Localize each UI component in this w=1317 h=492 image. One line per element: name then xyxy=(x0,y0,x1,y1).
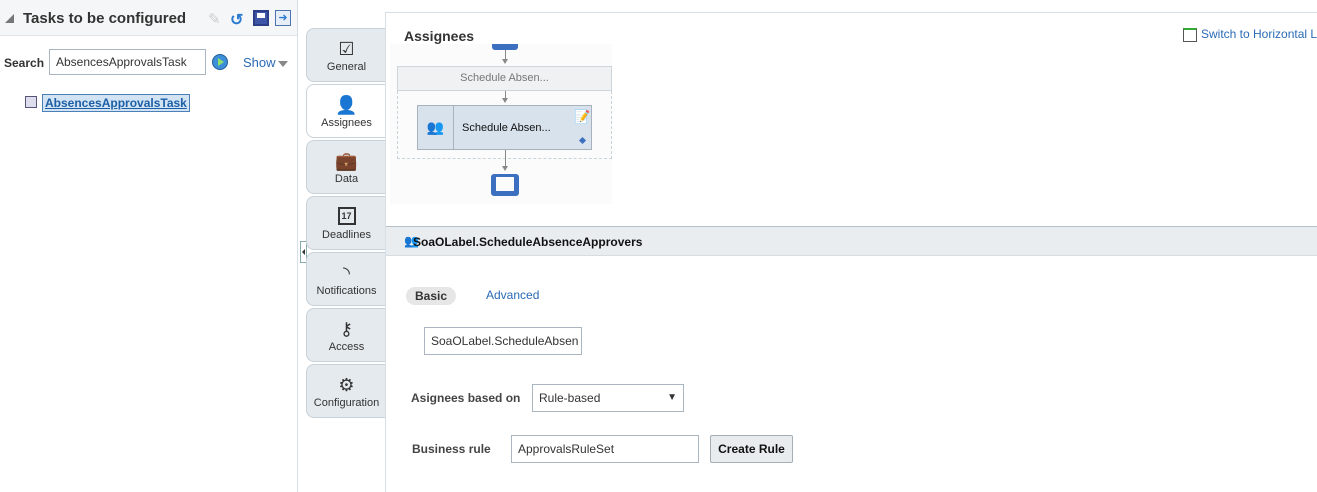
tab-notifications[interactable]: ◝ Notifications xyxy=(306,252,386,306)
rss-icon: ◝ xyxy=(343,263,350,283)
business-rule-input[interactable]: ApprovalsRuleSet xyxy=(511,435,699,463)
keys-icon: ⚷ xyxy=(339,319,354,339)
select-value: Rule-based xyxy=(539,391,601,405)
stage-label[interactable]: Schedule Absen... xyxy=(397,66,612,91)
person-icon: 👤 xyxy=(335,95,358,115)
briefcase-icon: 💼 xyxy=(335,151,358,171)
chevron-down-icon[interactable] xyxy=(278,61,288,67)
save-icon[interactable] xyxy=(253,10,269,26)
tab-label: Deadlines xyxy=(322,229,371,241)
undo-icon[interactable]: ↺ xyxy=(230,10,246,29)
edit-icon[interactable]: 📝 xyxy=(574,109,590,125)
search-go-icon[interactable] xyxy=(212,54,228,70)
collapse-triangle-icon[interactable] xyxy=(5,14,14,23)
diamond-icon xyxy=(578,136,587,145)
participant-header-bar: 👥 SoaOLabel.ScheduleAbsenceApprovers xyxy=(386,226,1317,256)
tab-data[interactable]: 💼 Data xyxy=(306,140,386,194)
arrow-icon xyxy=(502,59,508,64)
gear-icon: ⚙ xyxy=(338,375,355,395)
assignees-based-select[interactable]: Rule-based ▼ xyxy=(532,384,684,412)
search-label: Search xyxy=(4,56,45,70)
subtab-basic[interactable]: Basic xyxy=(406,287,457,305)
participants-icon: 👥 xyxy=(418,106,454,149)
switch-layout-label: Switch to Horizontal L xyxy=(1201,27,1317,41)
left-panel-header: Tasks to be configured ✎ ↺ ➜ xyxy=(0,0,297,36)
connector xyxy=(505,150,506,167)
tab-label: Assignees xyxy=(321,117,372,129)
participant-node-label: Schedule Absen... xyxy=(462,122,551,134)
tab-label: Notifications xyxy=(316,285,377,297)
switch-layout-link[interactable]: Switch to Horizontal L xyxy=(1183,27,1317,42)
switch-layout-icon xyxy=(1183,27,1197,42)
clipboard-check-icon: ☑ xyxy=(338,39,355,59)
arrow-icon xyxy=(502,98,508,103)
participant-title: SoaOLabel.ScheduleAbsenceApprovers xyxy=(413,235,643,249)
tab-assignees[interactable]: 👤 Assignees xyxy=(306,84,386,138)
tab-label: Data xyxy=(334,173,359,185)
edit-pencil-icon[interactable]: ✎ xyxy=(208,10,224,28)
end-inbox-icon xyxy=(491,174,519,196)
participant-node[interactable]: 👥 Schedule Absen... 📝 xyxy=(417,105,592,150)
tab-deadlines[interactable]: 17 Deadlines xyxy=(306,196,386,250)
business-rule-label: Business rule xyxy=(412,442,491,456)
subtab-advanced[interactable]: Advanced xyxy=(486,288,539,302)
tab-label: General xyxy=(326,61,367,73)
tab-label: Access xyxy=(328,341,365,353)
create-rule-button[interactable]: Create Rule xyxy=(710,435,793,463)
tab-general[interactable]: ☑ General xyxy=(306,28,386,82)
calendar-icon: 17 xyxy=(337,207,356,225)
save-and-close-icon[interactable]: ➜ xyxy=(275,10,291,26)
tab-label: Configuration xyxy=(313,397,380,409)
participant-label-input[interactable]: SoaOLabel.ScheduleAbsen xyxy=(424,327,582,355)
tree-item-task[interactable]: AbsencesApprovalsTask xyxy=(42,94,190,112)
arrow-icon xyxy=(502,166,508,171)
task-icon xyxy=(25,96,37,108)
panel-title: Tasks to be configured xyxy=(23,10,187,27)
tab-access[interactable]: ⚷ Access xyxy=(306,308,386,362)
assignees-based-label: Asignees based on xyxy=(411,391,521,405)
tab-configuration[interactable]: ⚙ Configuration xyxy=(306,364,386,418)
search-input[interactable] xyxy=(49,49,206,75)
chevron-down-icon: ▼ xyxy=(667,392,677,403)
section-title: Assignees xyxy=(404,28,475,44)
show-menu[interactable]: Show xyxy=(243,55,276,70)
